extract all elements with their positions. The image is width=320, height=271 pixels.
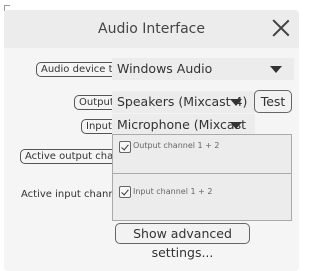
input-select[interactable]: Microphone (Mixcast 4) (112, 114, 255, 154)
close-icon[interactable] (271, 18, 291, 38)
active-input-list[interactable]: Input channel 1 + 2 (112, 173, 292, 221)
checkbox-checked-icon[interactable] (119, 186, 131, 198)
device-type-value: Windows Audio (117, 61, 213, 76)
output-value: Speakers (Mixcast 4) (117, 94, 248, 109)
test-button[interactable]: Test (254, 90, 292, 113)
title-bar: Audio Interface (4, 10, 299, 48)
show-advanced-settings-button[interactable]: Show advanced settings... (115, 223, 250, 260)
audio-interface-dialog: Audio Interface Audio device type Window… (4, 10, 299, 271)
active-output-list[interactable]: Output channel 1 + 2 (112, 134, 292, 174)
checkbox-checked-icon[interactable] (119, 141, 131, 153)
chevron-down-icon (230, 99, 242, 106)
chevron-down-icon (230, 122, 242, 129)
output-channel-item: Output channel 1 + 2 (133, 141, 220, 150)
input-channel-item: Input channel 1 + 2 (133, 187, 213, 196)
dialog-title: Audio Interface (98, 21, 205, 37)
chevron-down-icon (270, 66, 282, 73)
output-select[interactable]: Speakers (Mixcast 4) (112, 91, 255, 113)
device-type-select[interactable]: Windows Audio (112, 58, 294, 80)
